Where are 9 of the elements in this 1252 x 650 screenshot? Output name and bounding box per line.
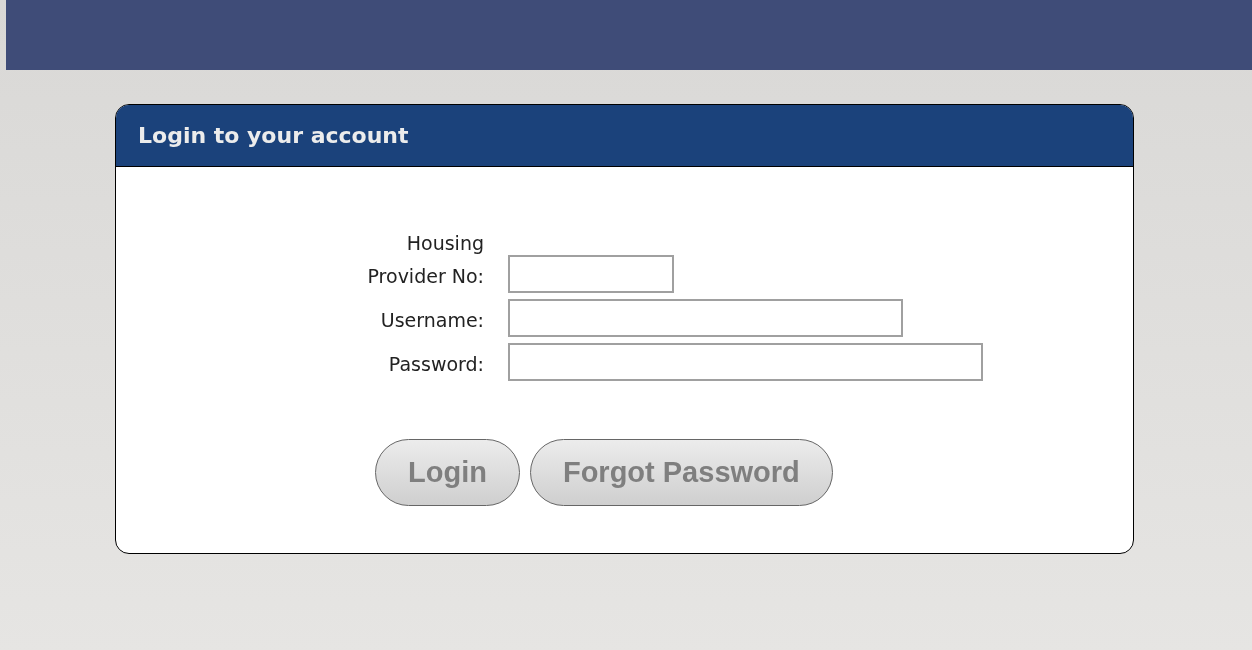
field-label: Housing Provider No:: [366, 231, 484, 289]
field-label: Username:: [379, 308, 484, 333]
forgot-password-button[interactable]: Forgot Password: [529, 439, 833, 506]
input-field[interactable]: [508, 299, 903, 337]
login-button[interactable]: Login: [375, 439, 520, 506]
panel-title: Login to your account: [138, 122, 409, 150]
input-field[interactable]: [508, 343, 983, 381]
input-field[interactable]: [508, 255, 674, 293]
field-label: Password:: [387, 352, 484, 377]
